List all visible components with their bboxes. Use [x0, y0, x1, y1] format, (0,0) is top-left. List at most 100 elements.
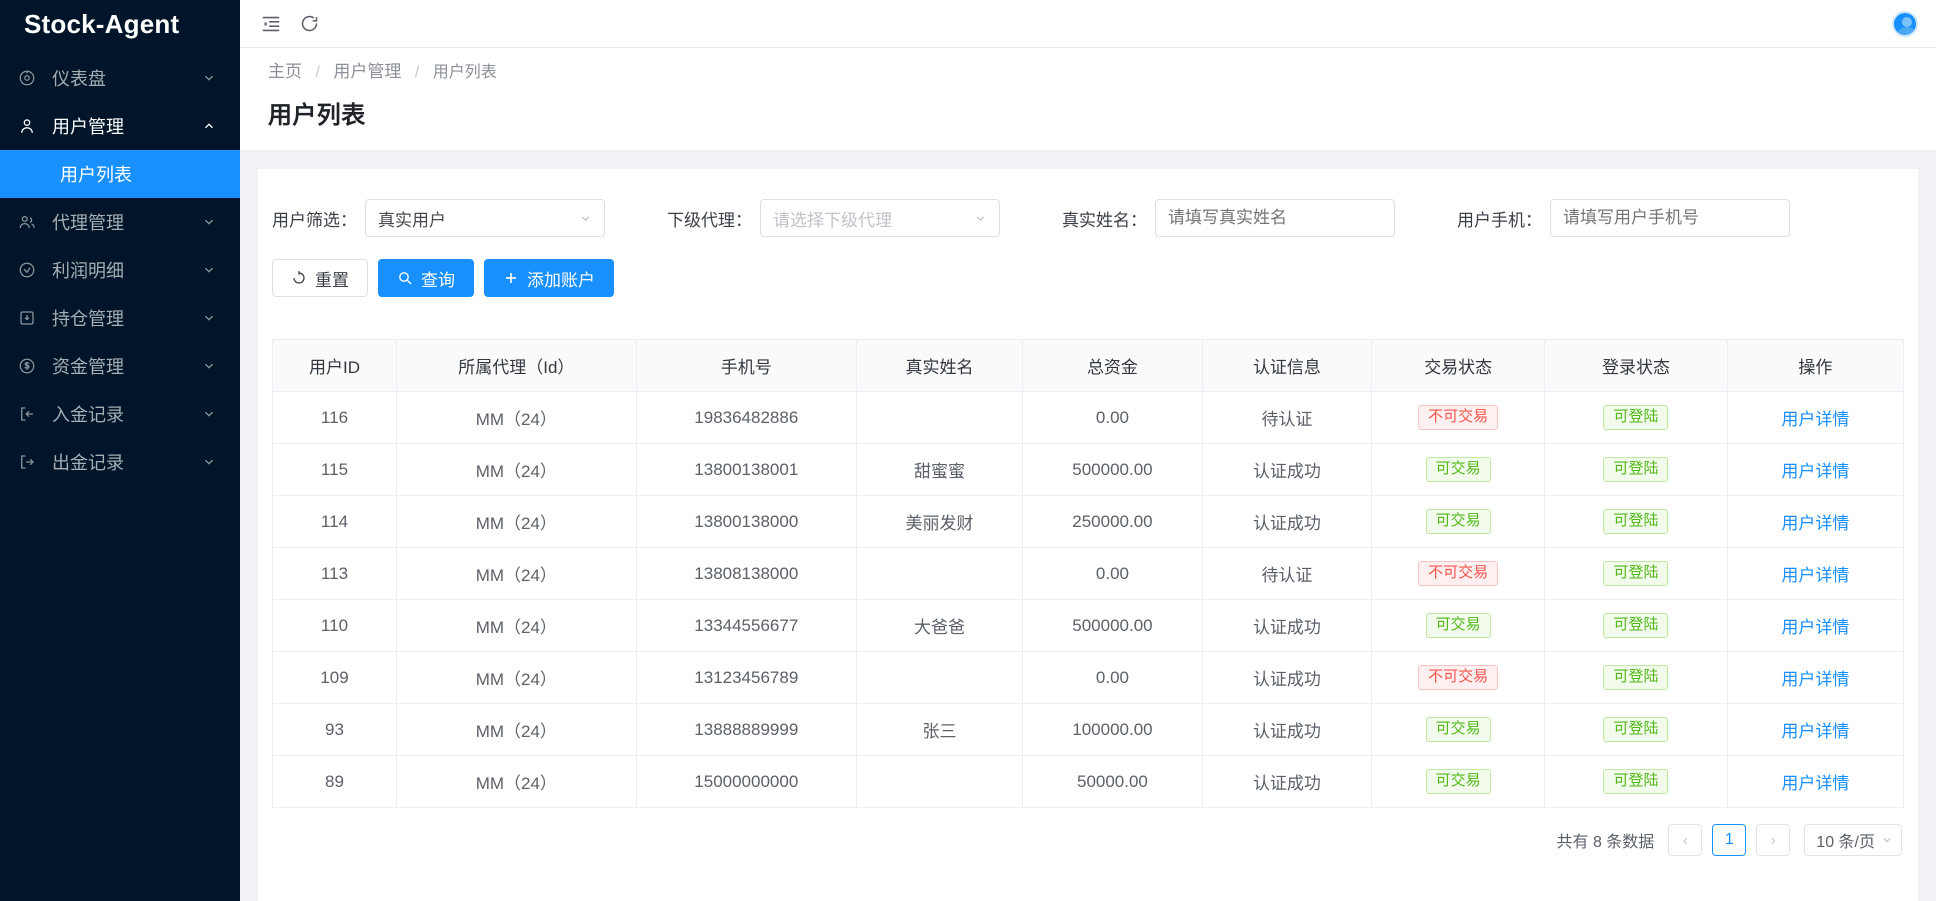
user-detail-link[interactable]: 用户详情 [1781, 618, 1849, 637]
user-table: 用户ID 所属代理（Id） 手机号 真实姓名 总资金 认证信息 交易状态 登录状… [272, 339, 1904, 808]
cell-trade-status: 可交易 [1372, 704, 1545, 756]
user-detail-link[interactable]: 用户详情 [1781, 670, 1849, 689]
pagination-total: 共有 8 条数据 [1557, 828, 1655, 852]
cell-real-name [856, 756, 1022, 808]
breadcrumb-separator: / [415, 64, 419, 81]
cell-trade-status: 不可交易 [1372, 548, 1545, 600]
cell-total-funds: 250000.00 [1023, 496, 1202, 548]
sidebar-item-label: 持仓管理 [44, 305, 202, 331]
status-badge-login: 可登陆 [1603, 561, 1668, 586]
search-button[interactable]: 查询 [378, 259, 474, 297]
cell-user-id: 116 [273, 392, 397, 444]
cell-login-status: 可登陆 [1545, 496, 1728, 548]
refresh-icon[interactable] [292, 7, 326, 41]
cell-total-funds: 50000.00 [1023, 756, 1202, 808]
status-badge-trade: 可交易 [1426, 613, 1491, 638]
avatar[interactable] [1892, 11, 1918, 37]
profit-icon [18, 261, 44, 279]
column-header-operation: 操作 [1727, 340, 1903, 392]
cell-trade-status: 不可交易 [1372, 392, 1545, 444]
status-badge-login: 可登陆 [1603, 405, 1668, 430]
column-header-user-id: 用户ID [273, 340, 397, 392]
add-account-button[interactable]: 添加账户 [484, 259, 614, 297]
breadcrumb-item-home[interactable]: 主页 [268, 62, 302, 81]
cell-phone: 13123456789 [636, 652, 856, 704]
breadcrumb-item-user-management[interactable]: 用户管理 [333, 62, 401, 81]
chevron-down-icon [1881, 834, 1893, 846]
sidebar-item-user-list[interactable]: 用户列表 [0, 150, 240, 198]
cell-login-status: 可登陆 [1545, 652, 1728, 704]
cell-operation: 用户详情 [1727, 444, 1903, 496]
cell-trade-status: 可交易 [1372, 600, 1545, 652]
user-phone-input[interactable] [1550, 199, 1790, 237]
column-header-total-funds: 总资金 [1023, 340, 1202, 392]
cell-user-id: 93 [273, 704, 397, 756]
sidebar-item-dashboard[interactable]: 仪表盘 [0, 54, 240, 102]
cell-auth-info: 认证成功 [1202, 600, 1372, 652]
sidebar-item-withdraw-records[interactable]: 出金记录 [0, 438, 240, 486]
menu-fold-icon[interactable] [254, 7, 288, 41]
real-name-input[interactable] [1155, 199, 1395, 237]
cell-real-name [856, 392, 1022, 444]
app-root: Stock-Agent 仪表盘 [0, 0, 1936, 901]
cell-auth-info: 认证成功 [1202, 756, 1372, 808]
sidebar-item-label: 利润明细 [44, 257, 202, 283]
user-detail-link[interactable]: 用户详情 [1781, 774, 1849, 793]
pagination-prev-button[interactable]: ‹ [1668, 824, 1702, 856]
sidebar-item-agent-management[interactable]: 代理管理 [0, 198, 240, 246]
user-type-select[interactable]: 真实用户 [365, 199, 605, 237]
cell-auth-info: 认证成功 [1202, 444, 1372, 496]
team-icon [18, 213, 44, 231]
cell-trade-status: 可交易 [1372, 444, 1545, 496]
table-header-row: 用户ID 所属代理（Id） 手机号 真实姓名 总资金 认证信息 交易状态 登录状… [273, 340, 1904, 392]
plus-icon [503, 270, 519, 286]
search-icon [397, 270, 413, 286]
pagination-next-button[interactable]: › [1756, 824, 1790, 856]
cell-agent: MM（24） [396, 652, 636, 704]
cell-real-name: 张三 [856, 704, 1022, 756]
user-detail-link[interactable]: 用户详情 [1781, 410, 1849, 429]
pagination: 共有 8 条数据 ‹ 1 › 10 条/页 [258, 808, 1918, 856]
user-detail-link[interactable]: 用户详情 [1781, 514, 1849, 533]
money-icon [18, 357, 44, 375]
sub-agent-select[interactable]: 请选择下级代理 [760, 199, 1000, 237]
withdraw-icon [18, 453, 44, 471]
filter-label: 用户筛选： [272, 206, 357, 231]
sidebar-item-label: 资金管理 [44, 353, 202, 379]
filter-label: 真实姓名： [1062, 206, 1147, 231]
cell-trade-status: 不可交易 [1372, 652, 1545, 704]
column-header-real-name: 真实姓名 [856, 340, 1022, 392]
dashboard-icon [18, 69, 44, 87]
sidebar-submenu-user-management: 用户列表 [0, 150, 240, 198]
cell-trade-status: 可交易 [1372, 496, 1545, 548]
sidebar-item-fund-management[interactable]: 资金管理 [0, 342, 240, 390]
cell-trade-status: 可交易 [1372, 756, 1545, 808]
sidebar-item-profit-detail[interactable]: 利润明细 [0, 246, 240, 294]
sidebar-item-position-management[interactable]: 持仓管理 [0, 294, 240, 342]
status-badge-login: 可登陆 [1603, 509, 1668, 534]
cell-total-funds: 0.00 [1023, 548, 1202, 600]
user-detail-link[interactable]: 用户详情 [1781, 566, 1849, 585]
pagination-page-1[interactable]: 1 [1712, 824, 1746, 856]
sidebar-subitem-label: 用户列表 [60, 161, 132, 187]
table-row: 89MM（24）1500000000050000.00认证成功可交易可登陆用户详… [273, 756, 1904, 808]
breadcrumb: 主页 / 用户管理 / 用户列表 [268, 62, 1936, 83]
sidebar-item-deposit-records[interactable]: 入金记录 [0, 390, 240, 438]
filter-user-type: 用户筛选： 真实用户 [272, 199, 605, 237]
status-badge-trade: 不可交易 [1418, 665, 1498, 690]
cell-total-funds: 500000.00 [1023, 444, 1202, 496]
cell-login-status: 可登陆 [1545, 548, 1728, 600]
user-detail-link[interactable]: 用户详情 [1781, 722, 1849, 741]
sidebar-menu: 仪表盘 用户管理 用户列表 [0, 48, 240, 486]
user-detail-link[interactable]: 用户详情 [1781, 462, 1849, 481]
user-table-body: 116MM（24）198364828860.00待认证不可交易可登陆用户详情11… [273, 392, 1904, 808]
cell-user-id: 110 [273, 600, 397, 652]
reset-button[interactable]: 重置 [272, 259, 368, 297]
cell-real-name: 大爸爸 [856, 600, 1022, 652]
filter-sub-agent: 下级代理： 请选择下级代理 [667, 199, 1000, 237]
cell-phone: 13800138000 [636, 496, 856, 548]
chevron-down-icon [202, 215, 218, 229]
cell-auth-info: 认证成功 [1202, 496, 1372, 548]
page-size-select[interactable]: 10 条/页 [1804, 824, 1902, 856]
sidebar-item-user-management[interactable]: 用户管理 [0, 102, 240, 150]
